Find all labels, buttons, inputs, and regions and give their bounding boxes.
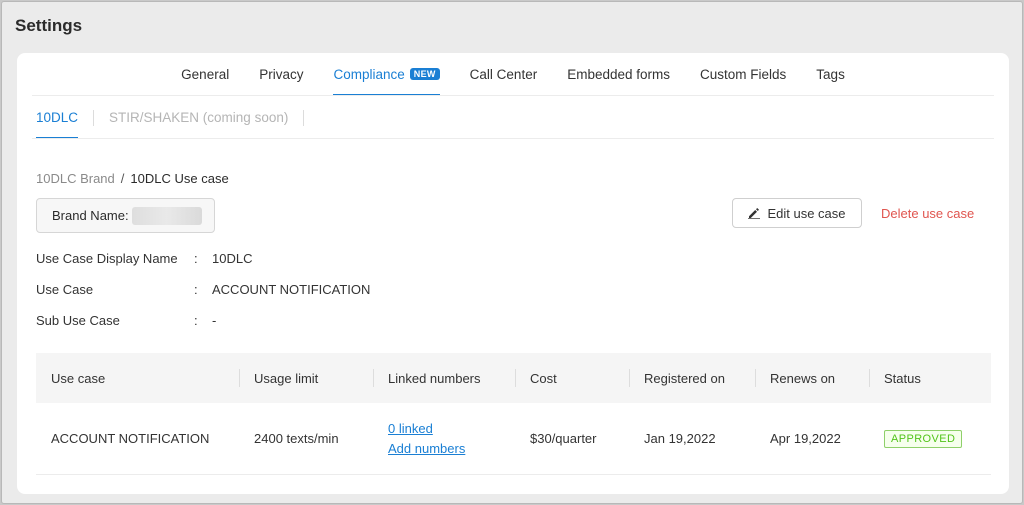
tab-label: Custom Fields	[700, 67, 787, 82]
subtab-stir-shaken: STIR/SHAKEN (coming soon)	[109, 110, 289, 125]
column-header-status: Status	[869, 353, 991, 403]
detail-display-name: Use Case Display Name : 10DLC	[36, 251, 252, 266]
tab-compliance[interactable]: Compliance NEW	[333, 53, 440, 96]
tab-general[interactable]: General	[181, 53, 229, 96]
cell-status: APPROVED	[869, 429, 991, 448]
breadcrumb-separator: /	[120, 171, 125, 186]
column-header-usage-limit: Usage limit	[239, 353, 373, 403]
main-tabs: General Privacy Compliance NEW Call Cente…	[17, 53, 1009, 96]
subtab-divider	[93, 110, 95, 126]
sub-tabs: 10DLC STIR/SHAKEN (coming soon)	[36, 96, 319, 139]
use-case-table: Use case Usage limit Linked numbers Cost…	[36, 353, 991, 475]
tab-label: Compliance	[333, 67, 405, 82]
cell-linked-numbers: 0 linked Add numbers	[373, 419, 515, 459]
subtabs-divider	[32, 138, 994, 139]
table-row: ACCOUNT NOTIFICATION 2400 texts/min 0 li…	[36, 403, 991, 475]
delete-use-case-link[interactable]: Delete use case	[881, 206, 974, 221]
edit-use-case-label: Edit use case	[767, 205, 846, 221]
new-badge: NEW	[409, 68, 440, 80]
detail-value: -	[212, 313, 217, 328]
table-header: Use case Usage limit Linked numbers Cost…	[36, 353, 991, 403]
column-header-registered-on: Registered on	[629, 353, 755, 403]
brand-name-redacted	[131, 206, 202, 225]
column-header-use-case: Use case	[51, 370, 106, 386]
cell-registered-on: Jan 19,2022	[644, 431, 716, 446]
page-title: Settings	[15, 16, 83, 35]
detail-colon: :	[194, 313, 198, 328]
tab-label: Privacy	[259, 67, 304, 82]
brand-name-box: Brand Name:	[36, 198, 215, 233]
detail-sub-use-case: Sub Use Case : -	[36, 313, 216, 328]
subtab-divider	[303, 110, 305, 126]
detail-value: 10DLC	[212, 251, 253, 266]
tab-tags[interactable]: Tags	[816, 53, 845, 96]
column-header-linked-numbers: Linked numbers	[373, 353, 515, 403]
status-badge: APPROVED	[884, 429, 963, 448]
tab-label: General	[181, 67, 230, 82]
column-header-cost: Cost	[515, 353, 629, 403]
breadcrumb-current: 10DLC Use case	[130, 171, 229, 186]
tab-label: Embedded forms	[567, 67, 671, 82]
add-numbers-link[interactable]: Add numbers	[388, 439, 515, 459]
settings-card: General Privacy Compliance NEW Call Cente…	[17, 53, 1009, 494]
pencil-icon	[748, 208, 761, 219]
detail-value: ACCOUNT NOTIFICATION	[212, 282, 371, 297]
detail-colon: :	[194, 251, 198, 266]
linked-count-link[interactable]: 0 linked	[388, 419, 515, 439]
cell-cost: $30/quarter	[530, 431, 597, 446]
tab-label: Tags	[816, 67, 845, 82]
cell-usage-limit: 2400 texts/min	[254, 431, 339, 446]
tab-custom-fields[interactable]: Custom Fields	[700, 53, 786, 96]
tab-call-center[interactable]: Call Center	[470, 53, 538, 96]
breadcrumb-brand-link[interactable]: 10DLC Brand	[36, 171, 115, 186]
breadcrumb: 10DLC Brand / 10DLC Use case	[36, 171, 229, 186]
detail-label: Sub Use Case	[36, 313, 120, 328]
tab-embedded-forms[interactable]: Embedded forms	[567, 53, 670, 96]
edit-use-case-button[interactable]: Edit use case	[732, 198, 862, 228]
subtab-10dlc[interactable]: 10DLC	[36, 96, 79, 139]
detail-colon: :	[194, 282, 198, 297]
brand-name-label: Brand Name:	[52, 208, 129, 223]
detail-use-case: Use Case : ACCOUNT NOTIFICATION	[36, 282, 370, 297]
detail-label: Use Case Display Name	[36, 251, 178, 266]
settings-window: Settings General Privacy Compliance NEW C…	[1, 1, 1023, 504]
tab-privacy[interactable]: Privacy	[259, 53, 303, 96]
detail-label: Use Case	[36, 282, 94, 297]
cell-renews-on: Apr 19,2022	[770, 431, 841, 446]
tab-label: Call Center	[469, 67, 538, 82]
column-header-renews-on: Renews on	[755, 353, 869, 403]
cell-use-case: ACCOUNT NOTIFICATION	[51, 431, 210, 446]
